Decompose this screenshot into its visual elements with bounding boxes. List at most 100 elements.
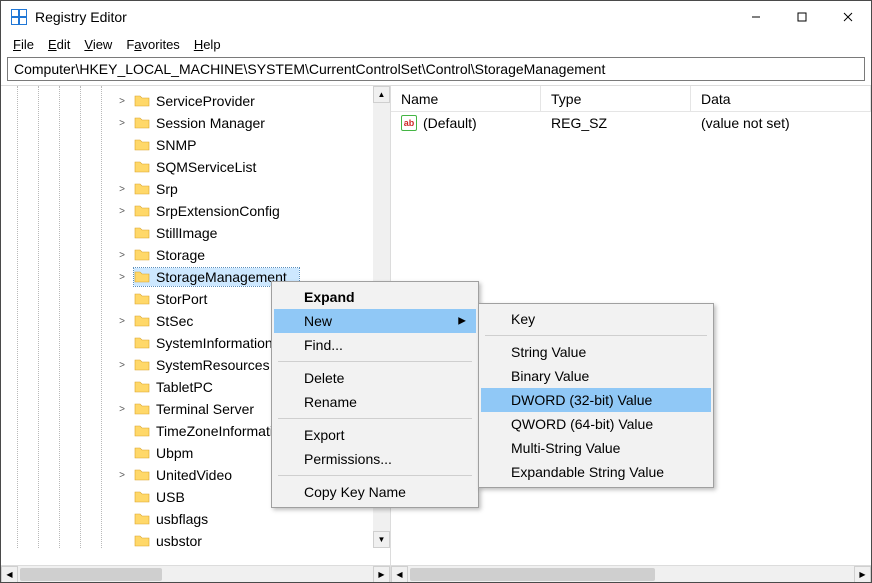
close-button[interactable]: [825, 1, 871, 33]
folder-icon: [134, 93, 150, 109]
tree-item-label: Storage: [156, 247, 205, 263]
expand-icon[interactable]: >: [116, 360, 128, 371]
window-controls: [733, 1, 871, 33]
menu-item[interactable]: Rename: [274, 390, 476, 414]
folder-icon: [134, 247, 150, 263]
folder-icon: [134, 115, 150, 131]
tree-item-label: TabletPC: [156, 379, 213, 395]
tree-guide-line: [17, 86, 18, 548]
menu-item[interactable]: Key: [481, 307, 711, 331]
scroll-down-button[interactable]: ▼: [373, 531, 390, 548]
menu-edit[interactable]: Edit: [42, 35, 76, 54]
folder-icon: [134, 203, 150, 219]
tree-item-label-wrap: USB: [134, 488, 185, 506]
expand-icon[interactable]: >: [116, 184, 128, 195]
title-bar: Registry Editor: [1, 1, 871, 33]
expand-icon[interactable]: >: [116, 316, 128, 327]
address-text: Computer\HKEY_LOCAL_MACHINE\SYSTEM\Curre…: [14, 61, 605, 77]
scroll-right-button[interactable]: ▶: [854, 566, 871, 583]
expand-icon[interactable]: >: [116, 96, 128, 107]
expand-icon[interactable]: >: [116, 272, 128, 283]
folder-icon: [134, 137, 150, 153]
menu-item[interactable]: Binary Value: [481, 364, 711, 388]
col-header-data[interactable]: Data: [691, 86, 871, 111]
tree-item-label: Terminal Server: [156, 401, 254, 417]
tree-item-label: Session Manager: [156, 115, 265, 131]
tree-item-label: StSec: [156, 313, 193, 329]
menu-item[interactable]: Delete: [274, 366, 476, 390]
new-submenu[interactable]: Key String ValueBinary ValueDWORD (32-bit…: [478, 303, 714, 488]
menu-item[interactable]: Export: [274, 423, 476, 447]
expand-icon[interactable]: >: [116, 470, 128, 481]
tree-item-label-wrap: Session Manager: [134, 114, 265, 132]
tree-item-label-wrap: SrpExtensionConfig: [134, 202, 280, 220]
list-hscroll-track[interactable]: [408, 566, 854, 583]
col-header-name[interactable]: Name: [391, 86, 541, 111]
menu-item[interactable]: Multi-String Value: [481, 436, 711, 460]
menu-help[interactable]: Help: [188, 35, 227, 54]
list-horizontal-scrollbar[interactable]: ◀ ▶: [391, 565, 871, 582]
menu-item[interactable]: QWORD (64-bit) Value: [481, 412, 711, 436]
tree-hscroll-thumb[interactable]: [20, 568, 162, 581]
scroll-right-button[interactable]: ▶: [373, 566, 390, 583]
tree-item-label-wrap: usbstor: [134, 532, 202, 550]
tree-hscroll-track[interactable]: [18, 566, 373, 583]
tree-item-label: StillImage: [156, 225, 217, 241]
tree-item-label-wrap: Srp: [134, 180, 178, 198]
list-hscroll-thumb[interactable]: [410, 568, 655, 581]
menu-item[interactable]: Expandable String Value: [481, 460, 711, 484]
menu-view[interactable]: View: [78, 35, 118, 54]
scroll-left-button[interactable]: ◀: [391, 566, 408, 583]
submenu-arrow-icon: ▶: [458, 316, 466, 327]
tree-item-label-wrap: UnitedVideo: [134, 466, 232, 484]
expand-icon[interactable]: >: [116, 118, 128, 129]
col-header-type[interactable]: Type: [541, 86, 691, 111]
reg-sz-icon: ab: [401, 115, 417, 131]
tree-item-label: SQMServiceList: [156, 159, 256, 175]
maximize-button[interactable]: [779, 1, 825, 33]
tree-item-label: TimeZoneInformation: [156, 423, 289, 439]
value-row[interactable]: ab(Default)REG_SZ(value not set): [391, 112, 871, 134]
tree-guide-line: [80, 86, 81, 548]
menu-item[interactable]: Permissions...: [274, 447, 476, 471]
tree-item-label: USB: [156, 489, 185, 505]
menu-item[interactable]: New▶: [274, 309, 476, 333]
menu-separator: [278, 361, 472, 362]
app-icon: [11, 9, 27, 25]
tree-item-label-wrap: SNMP: [134, 136, 196, 154]
menu-item[interactable]: Find...: [274, 333, 476, 357]
folder-icon: [134, 511, 150, 527]
tree-item-label-wrap: SQMServiceList: [134, 158, 256, 176]
folder-icon: [134, 335, 150, 351]
tree-item-label-wrap: SystemResources: [134, 356, 270, 374]
folder-icon: [134, 181, 150, 197]
expand-icon[interactable]: >: [116, 404, 128, 415]
folder-icon: [134, 225, 150, 241]
tree-item-label-wrap: StorPort: [134, 290, 207, 308]
menu-item[interactable]: Copy Key Name: [274, 480, 476, 504]
scroll-left-button[interactable]: ◀: [1, 566, 18, 583]
menu-file[interactable]: File: [7, 35, 40, 54]
menu-item[interactable]: Expand: [274, 285, 476, 309]
tree-item-label-wrap: StSec: [134, 312, 193, 330]
menu-item[interactable]: DWORD (32-bit) Value: [481, 388, 711, 412]
menu-item[interactable]: String Value: [481, 340, 711, 364]
tree-guide-line: [59, 86, 60, 548]
menu-favorites[interactable]: Favorites: [120, 35, 185, 54]
tree-item-label-wrap: ServiceProvider: [134, 92, 255, 110]
scroll-up-button[interactable]: ▲: [373, 86, 390, 103]
expand-icon[interactable]: >: [116, 250, 128, 261]
tree-item-label: SrpExtensionConfig: [156, 203, 280, 219]
window-title: Registry Editor: [35, 9, 725, 25]
tree-item-label: SNMP: [156, 137, 196, 153]
folder-icon: [134, 379, 150, 395]
tree-item-label-wrap: StillImage: [134, 224, 217, 242]
address-bar[interactable]: Computer\HKEY_LOCAL_MACHINE\SYSTEM\Curre…: [7, 57, 865, 81]
tree-horizontal-scrollbar[interactable]: ◀ ▶: [1, 565, 390, 582]
tree-item-label-wrap: Storage: [134, 246, 205, 264]
minimize-button[interactable]: [733, 1, 779, 33]
tree-context-menu[interactable]: ExpandNew▶Find... DeleteRename ExportPermi…: [271, 281, 479, 508]
expand-icon[interactable]: >: [116, 206, 128, 217]
menu-bar: FileEditViewFavoritesHelp: [1, 33, 871, 55]
tree-item-label: SystemInformation: [156, 335, 273, 351]
